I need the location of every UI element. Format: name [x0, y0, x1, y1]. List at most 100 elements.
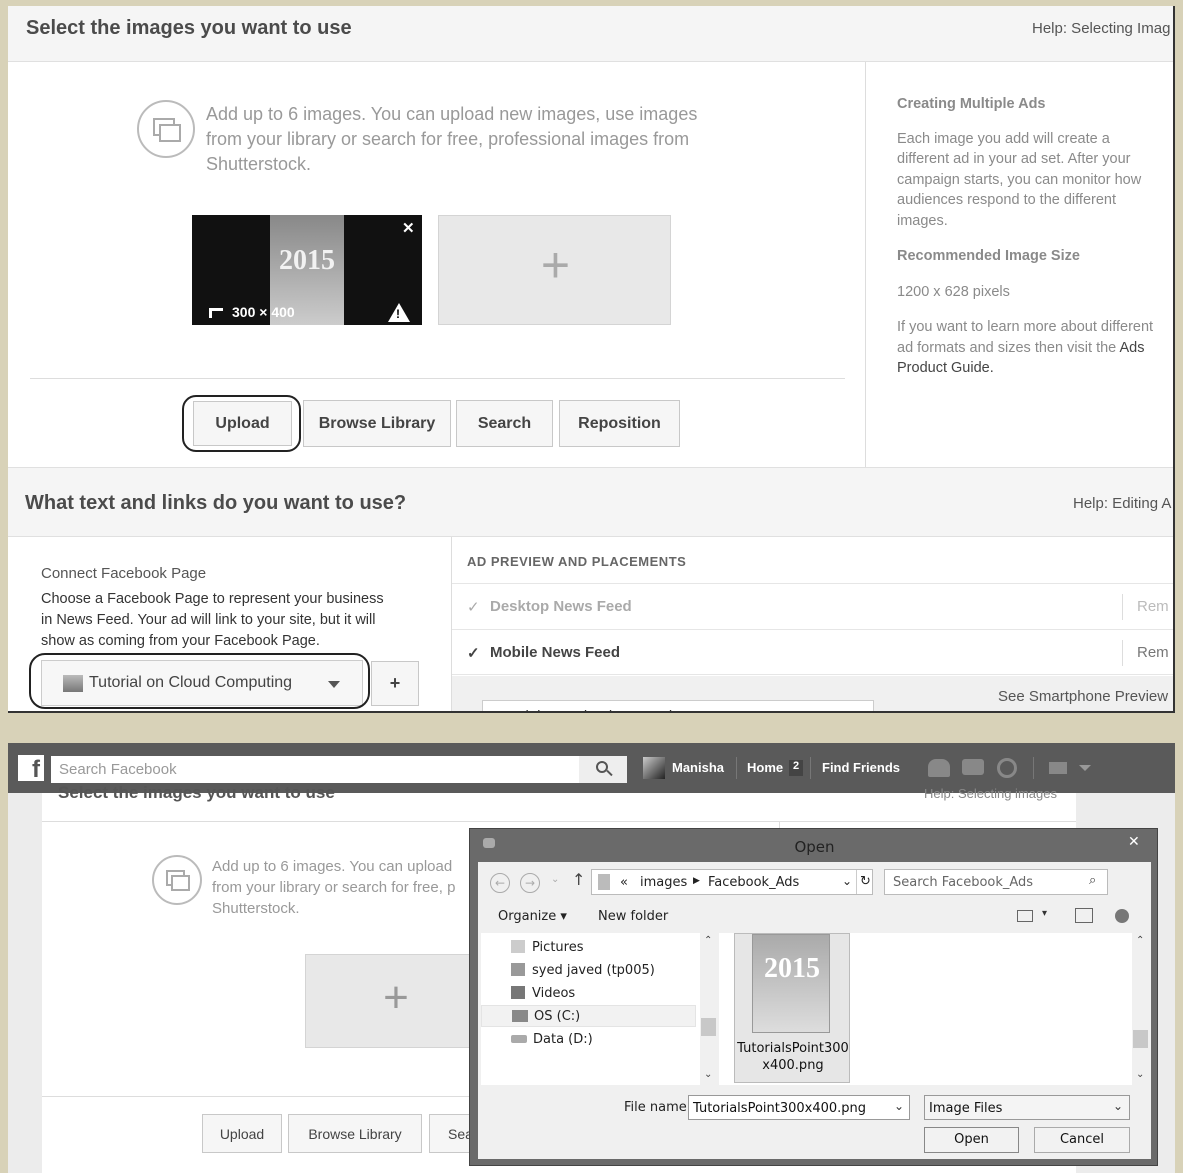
breadcrumb-images[interactable]: images [640, 875, 687, 890]
privacy-icon[interactable] [1049, 762, 1067, 774]
search-icon: ⌕ [1089, 873, 1097, 888]
tree-item-pictures[interactable]: Pictures [511, 940, 583, 955]
search-button[interactable]: Search [456, 400, 553, 447]
recommended-size-heading: Recommended Image Size [897, 248, 1080, 264]
dialog-client: ← → ⌄ ↑ « images ▶ Facebook_Ads ⌄ ↻ Sear… [478, 862, 1151, 1159]
add-image-tile[interactable]: + [438, 215, 671, 325]
preview-card: Tutorials on Cloud Computing [482, 700, 874, 711]
chevron-down-icon[interactable]: ⌄ [842, 874, 852, 888]
dialog-close-button[interactable]: ✕ [1128, 834, 1140, 850]
videos-icon [511, 986, 525, 999]
address-bar[interactable]: « images ▶ Facebook_Ads ⌄ ↻ [591, 869, 873, 895]
facebook-search-input[interactable]: Search Facebook [51, 756, 579, 783]
user-folder-icon [511, 963, 525, 976]
chevron-down-icon[interactable] [1079, 765, 1091, 771]
close-icon[interactable]: ✕ [402, 219, 415, 237]
up-arrow-icon[interactable]: ↑ [572, 870, 585, 889]
nav-user-link[interactable]: Manisha [672, 760, 724, 775]
add-page-button[interactable]: + [371, 661, 419, 706]
reposition-button[interactable]: Reposition [559, 400, 680, 447]
tree-item-os-c[interactable]: OS (C:) [481, 1005, 696, 1027]
bg-browse-library-button[interactable]: Browse Library [288, 1114, 422, 1153]
drive-icon [511, 1035, 527, 1043]
creating-multiple-ads-heading: Creating Multiple Ads [897, 96, 1046, 112]
nav-home-link[interactable]: Home [747, 760, 783, 775]
section2-title: What text and links do you want to use? [25, 492, 407, 514]
year-text: 2015 [279, 245, 335, 276]
view-options-icon[interactable] [1017, 910, 1033, 922]
recommended-size-value: 1200 x 628 pixels [897, 283, 1010, 300]
open-file-dialog: Open ✕ ← → ⌄ ↑ « images ▶ Facebook_Ads ⌄… [469, 828, 1158, 1166]
browse-library-button[interactable]: Browse Library [303, 400, 451, 447]
page-select-highlight [29, 653, 370, 709]
new-folder-button[interactable]: New folder [598, 909, 668, 924]
nav-find-friends-link[interactable]: Find Friends [822, 760, 900, 775]
preview-pane-icon[interactable] [1075, 908, 1093, 923]
image-library-icon [152, 855, 202, 905]
files-scrollbar[interactable]: ⌃ ⌄ [1132, 933, 1149, 1085]
chevron-down-icon[interactable]: ▾ [1042, 908, 1047, 919]
ad-preview-header: AD PREVIEW AND PLACEMENTS [467, 554, 687, 569]
section2-header: What text and links do you want to use? … [8, 467, 1173, 537]
upload-highlight-circle [182, 395, 301, 452]
placement-desktop-row[interactable]: ✓ Desktop News Feed Rem [452, 583, 1173, 629]
product-guide-link[interactable]: Product Guide. [897, 358, 1173, 379]
filename-input[interactable]: TutorialsPoint300x400.png ⌄ [688, 1095, 910, 1120]
resolution-icon [209, 308, 223, 318]
tree-item-videos[interactable]: Videos [511, 986, 575, 1001]
file-thumbnail: TutorialsPoint300 2015 [752, 934, 830, 1033]
help-icon[interactable] [1115, 909, 1129, 923]
ad-formats-desc: If you want to learn more about differen… [897, 317, 1173, 379]
bg-help-link[interactable]: Help: Selecting images [924, 786, 1057, 801]
preview-area: See Smartphone Preview Tutorials on Clou… [452, 676, 1173, 711]
bg-add-image-tile[interactable]: + [305, 954, 485, 1048]
help-side-panel: Creating Multiple Ads Each image you add… [897, 94, 1173, 379]
image-library-icon [137, 100, 195, 158]
remove-desktop-link[interactable]: Rem [1137, 598, 1169, 615]
filename-label: File name: [624, 1100, 692, 1115]
help-link-editing[interactable]: Help: Editing A [1073, 495, 1171, 512]
home-count-badge: 2 [789, 760, 803, 776]
check-icon: ✓ [467, 599, 480, 616]
back-button-icon[interactable]: ← [490, 873, 510, 893]
recent-locations-icon[interactable]: ⌄ [551, 874, 559, 885]
placement-mobile-row[interactable]: ✓ Mobile News Feed Rem [452, 629, 1173, 675]
breadcrumb-facebook-ads[interactable]: Facebook_Ads [708, 875, 799, 890]
smartphone-preview-link[interactable]: See Smartphone Preview [998, 688, 1168, 705]
dialog-title: Open [794, 838, 835, 856]
messages-icon[interactable] [962, 759, 984, 775]
facebook-logo-icon[interactable]: f [18, 755, 44, 783]
help-link-selecting[interactable]: Help: Selecting Imag [1032, 20, 1170, 37]
tree-item-user[interactable]: syed javed (tp005) [511, 963, 655, 978]
chevron-down-icon: ⌄ [1113, 1099, 1124, 1113]
avatar[interactable] [643, 757, 665, 779]
uploaded-image-thumbnail[interactable]: 2015 ✕ 300 × 400 ! [192, 215, 422, 325]
organize-menu[interactable]: Organize ▾ [498, 909, 567, 924]
side-panel-divider [865, 62, 866, 467]
chevron-down-icon[interactable]: ⌄ [894, 1099, 904, 1113]
cancel-button[interactable]: Cancel [1034, 1127, 1130, 1153]
file-item-selected[interactable]: TutorialsPoint300 2015 TutorialsPoint300… [734, 933, 850, 1083]
notifications-icon[interactable] [997, 758, 1017, 778]
file-type-select[interactable]: Image Files ⌄ [924, 1095, 1130, 1120]
search-icon[interactable] [579, 756, 627, 783]
forward-button-icon[interactable]: → [520, 873, 540, 893]
tree-item-data-d[interactable]: Data (D:) [511, 1032, 593, 1047]
thumb-year-text: 2015 [764, 953, 820, 984]
refresh-icon[interactable]: ↻ [860, 874, 871, 889]
open-button[interactable]: Open [924, 1127, 1019, 1153]
tree-scrollbar[interactable]: ⌃ ⌄ [700, 933, 717, 1085]
dialog-search-input[interactable]: Search Facebook_Ads ⌕ [884, 869, 1108, 895]
navigation-pane: Pictures syed javed (tp005) Videos OS (C… [481, 933, 717, 1085]
ad-preview-panel: AD PREVIEW AND PLACEMENTS ✓ Desktop News… [451, 537, 1173, 711]
ads-link[interactable]: Ads [1119, 340, 1144, 356]
pictures-icon [511, 940, 525, 953]
divider [30, 378, 845, 379]
connect-page-desc: Choose a Facebook Page to represent your… [41, 591, 384, 649]
bg-upload-button[interactable]: Upload [202, 1114, 282, 1153]
friend-requests-icon[interactable] [928, 759, 950, 777]
top-screenshot: Select the images you want to use Help: … [8, 6, 1175, 713]
bottom-screenshot: f Search Facebook Manisha Home 2 Find Fr… [8, 743, 1175, 1173]
remove-mobile-link[interactable]: Rem [1137, 644, 1169, 661]
drive-icon [512, 1010, 528, 1022]
